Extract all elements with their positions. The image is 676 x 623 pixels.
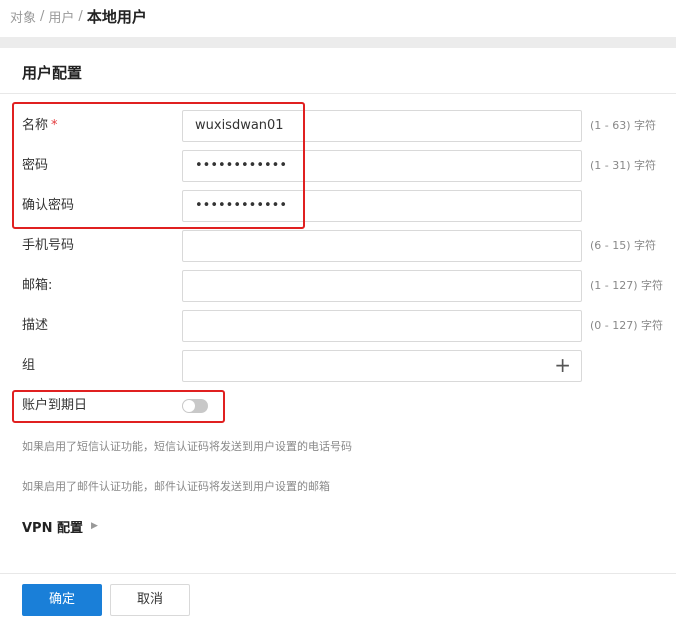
- phone-hint: (6 - 15) 字符: [590, 239, 657, 252]
- breadcrumb-separator: /: [40, 8, 45, 24]
- form-row-description: 描述 (0 - 127) 字符: [0, 310, 676, 342]
- toggle-knob: [183, 400, 195, 412]
- name-input[interactable]: wuxisdwan01: [182, 110, 582, 142]
- form-row-confirm-password: 确认密码 ••••••••••••: [0, 190, 676, 222]
- form-row-password: 密码 •••••••••••• (1 - 31) 字符: [0, 150, 676, 182]
- breadcrumb-current: 本地用户: [86, 7, 147, 26]
- form-row-group: 组 +: [0, 350, 676, 382]
- email-hint: (1 - 127) 字符: [590, 279, 664, 292]
- breadcrumb: 对象 / 用户 / 本地用户: [10, 6, 147, 26]
- panel-header: 用户配置: [0, 48, 676, 94]
- breadcrumb-item-objects[interactable]: 对象: [10, 7, 36, 26]
- password-hint: (1 - 31) 字符: [590, 159, 657, 172]
- name-label: 名称 *: [22, 118, 58, 133]
- form-row-name: 名称 * wuxisdwan01 (1 - 63) 字符: [0, 110, 676, 142]
- expiry-toggle[interactable]: [182, 399, 208, 413]
- caret-right-icon: ▶: [91, 521, 98, 531]
- panel-title: 用户配置: [22, 64, 83, 82]
- phone-input[interactable]: [182, 230, 582, 262]
- form-row-email: 邮箱: (1 - 127) 字符: [0, 270, 676, 302]
- plus-icon[interactable]: +: [554, 351, 571, 381]
- confirm-password-input[interactable]: ••••••••••••: [182, 190, 582, 222]
- phone-label: 手机号码: [22, 238, 75, 253]
- password-label: 密码: [22, 158, 49, 173]
- name-hint: (1 - 63) 字符: [590, 119, 657, 132]
- description-hint: (0 - 127) 字符: [590, 319, 664, 332]
- breadcrumb-separator: /: [78, 8, 83, 24]
- password-input[interactable]: ••••••••••••: [182, 150, 582, 182]
- description-input[interactable]: [182, 310, 582, 342]
- vpn-config-toggle[interactable]: VPN 配置 ▶: [22, 516, 98, 536]
- group-label: 组: [22, 358, 36, 373]
- group-select[interactable]: +: [182, 350, 582, 382]
- vpn-config-label: VPN 配置: [22, 520, 83, 536]
- confirm-password-label: 确认密码: [22, 198, 75, 213]
- required-mark: *: [51, 118, 58, 133]
- email-input[interactable]: [182, 270, 582, 302]
- mail-note: 如果启用了邮件认证功能，邮件认证码将发送到用户设置的邮箱: [22, 480, 330, 493]
- cancel-button[interactable]: 取消: [110, 584, 190, 616]
- sms-note: 如果启用了短信认证功能，短信认证码将发送到用户设置的电话号码: [22, 440, 352, 453]
- form-footer: 确定 取消: [0, 573, 676, 623]
- form-row-phone: 手机号码 (6 - 15) 字符: [0, 230, 676, 262]
- form-row-expiry: 账户到期日: [0, 390, 676, 422]
- expiry-label: 账户到期日: [22, 398, 88, 413]
- description-label: 描述: [22, 318, 49, 333]
- email-label: 邮箱:: [22, 278, 53, 293]
- confirm-button[interactable]: 确定: [22, 584, 102, 616]
- breadcrumb-item-users[interactable]: 用户: [48, 7, 74, 26]
- page-divider-band: [0, 37, 676, 48]
